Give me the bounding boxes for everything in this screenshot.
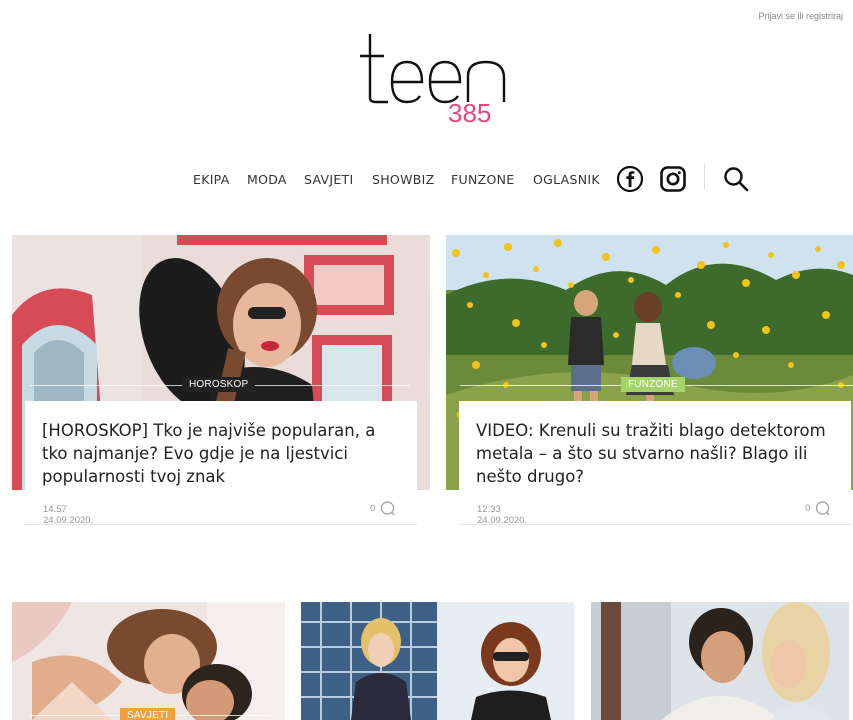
login-register-link[interactable]: Prijavi se ili registriraj: [758, 11, 843, 21]
comment-count-value: 0: [805, 503, 811, 514]
site-logo[interactable]: 385: [358, 26, 518, 130]
article-image[interactable]: [591, 602, 849, 720]
comment-icon: [816, 501, 830, 516]
nav-item-showbiz[interactable]: SHOWBIZ: [372, 172, 434, 187]
card-divider: [25, 524, 417, 525]
article-title-box[interactable]: VIDEO: Krenuli su tražiti blago detektor…: [459, 401, 851, 497]
nav-item-savjeti[interactable]: SAVJETI: [304, 172, 353, 187]
logo-number: 385: [448, 98, 491, 128]
comment-count-value: 0: [370, 503, 376, 514]
nav-item-moda[interactable]: MODA: [247, 172, 287, 187]
facebook-icon[interactable]: [615, 164, 645, 194]
nav-divider: [704, 164, 705, 190]
article-date: 14.57 24.09.2020.: [43, 504, 94, 526]
category-tag[interactable]: FUNZONE: [621, 377, 685, 392]
category-tag[interactable]: SAVJETI: [120, 708, 176, 720]
article-date: 12.33 24.09.2020.: [477, 504, 528, 526]
main-navigation: EKIPA MODA SAVJETI SHOWBIZ FUNZONE OGLAS…: [0, 160, 853, 200]
article-image[interactable]: [12, 602, 285, 720]
article-title[interactable]: VIDEO: Krenuli su tražiti blago detektor…: [476, 419, 833, 488]
search-icon[interactable]: [722, 165, 750, 193]
article-title[interactable]: [HOROSKOP] Tko je najviše popularan, a t…: [42, 419, 399, 488]
nav-item-funzone[interactable]: FUNZONE: [451, 172, 514, 187]
nav-item-ekipa[interactable]: EKIPA: [193, 172, 230, 187]
teen385-logo-icon: 385: [360, 34, 506, 128]
category-tag[interactable]: HOROSKOP: [182, 377, 256, 392]
article-title-box[interactable]: [HOROSKOP] Tko je najviše popularan, a t…: [25, 401, 417, 497]
comment-icon: [381, 501, 395, 516]
comment-count[interactable]: 0: [370, 501, 395, 516]
article-image[interactable]: [301, 602, 574, 720]
instagram-icon[interactable]: [658, 164, 688, 194]
nav-item-oglasnik[interactable]: OGLASNIK: [533, 172, 600, 187]
card-divider: [459, 524, 851, 525]
comment-count[interactable]: 0: [805, 501, 830, 516]
